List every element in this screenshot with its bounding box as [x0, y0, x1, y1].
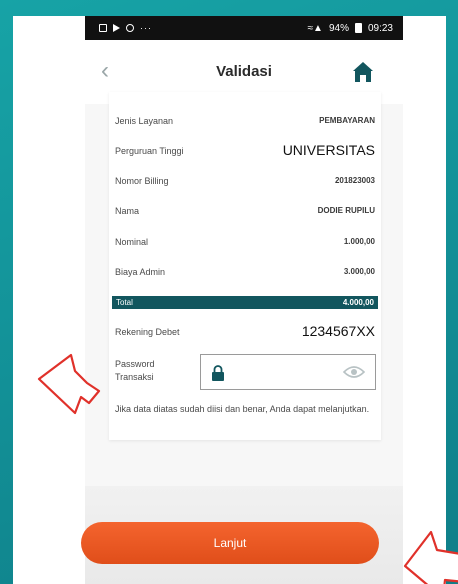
detail-value: DODIE RUPILU — [317, 206, 375, 215]
annotation-arrow-left — [37, 353, 101, 415]
detail-value: 1.000,00 — [343, 237, 375, 246]
detail-label: Rekening Debet — [115, 327, 180, 337]
wifi-signal-icon: ≈▲ — [307, 22, 323, 34]
password-label: Password Transaksi — [115, 358, 185, 384]
status-right: ≈▲ 94% 09:23 — [308, 23, 393, 34]
password-field[interactable] — [200, 354, 376, 390]
detail-row-rekening-debet: Rekening Debet 1234567XX — [109, 318, 381, 348]
detail-row-jenis-layanan: Jenis Layanan PEMBAYARAN — [109, 107, 381, 137]
detail-value: 3.000,00 — [343, 267, 375, 276]
lock-icon — [212, 365, 224, 381]
confirmation-note: Jika data diatas sudah diisi dan benar, … — [115, 404, 370, 414]
status-bar: ··· ≈▲ 94% 09:23 — [85, 16, 403, 40]
detail-label: Nama — [115, 206, 140, 216]
detail-row-nama: Nama DODIE RUPILU — [109, 197, 381, 227]
eye-icon[interactable] — [343, 365, 365, 379]
phone-screen: ··· ≈▲ 94% 09:23 ‹ Validasi Jenis Layana… — [85, 16, 403, 584]
play-icon — [113, 24, 120, 32]
detail-value: PEMBAYARAN — [319, 116, 375, 125]
detail-value: 201823003 — [334, 176, 375, 185]
more-notifications: ··· — [140, 23, 152, 33]
validation-card: Jenis Layanan PEMBAYARAN Perguruan Tingg… — [109, 92, 381, 440]
clock: 09:23 — [367, 22, 393, 34]
total-value: 4.000,00 — [342, 298, 374, 307]
total-label: Total — [116, 298, 133, 307]
notification-icon — [126, 24, 134, 32]
annotation-arrow-right — [403, 530, 458, 584]
detail-label: Nomor Billing — [115, 176, 169, 186]
gallery-icon — [99, 24, 107, 32]
lanjut-button[interactable]: Lanjut — [81, 522, 379, 564]
battery-icon — [354, 23, 362, 33]
detail-label: Nominal — [115, 237, 149, 247]
detail-row-nominal: Nominal 1.000,00 — [109, 228, 381, 258]
total-row: Total 4.000,00 — [112, 296, 378, 309]
detail-label: Biaya Admin — [115, 267, 166, 277]
password-input[interactable] — [231, 361, 335, 383]
home-icon[interactable] — [351, 60, 375, 84]
status-left: ··· — [99, 23, 152, 33]
slide: ··· ≈▲ 94% 09:23 ‹ Validasi Jenis Layana… — [13, 16, 458, 584]
detail-value: 1234567XX — [301, 323, 375, 339]
password-label-line2: Transaksi — [115, 372, 154, 382]
detail-label: Jenis Layanan — [115, 116, 174, 126]
detail-row-biaya-admin: Biaya Admin 3.000,00 — [109, 258, 381, 288]
battery-percent: 94% — [328, 22, 349, 34]
detail-value: UNIVERSITAS — [282, 142, 375, 158]
detail-row-perguruan-tinggi: Perguruan Tinggi UNIVERSITAS — [109, 137, 381, 167]
detail-label: Perguruan Tinggi — [115, 146, 184, 156]
detail-row-nomor-billing: Nomor Billing 201823003 — [109, 167, 381, 197]
password-label-line1: Password — [115, 359, 155, 369]
